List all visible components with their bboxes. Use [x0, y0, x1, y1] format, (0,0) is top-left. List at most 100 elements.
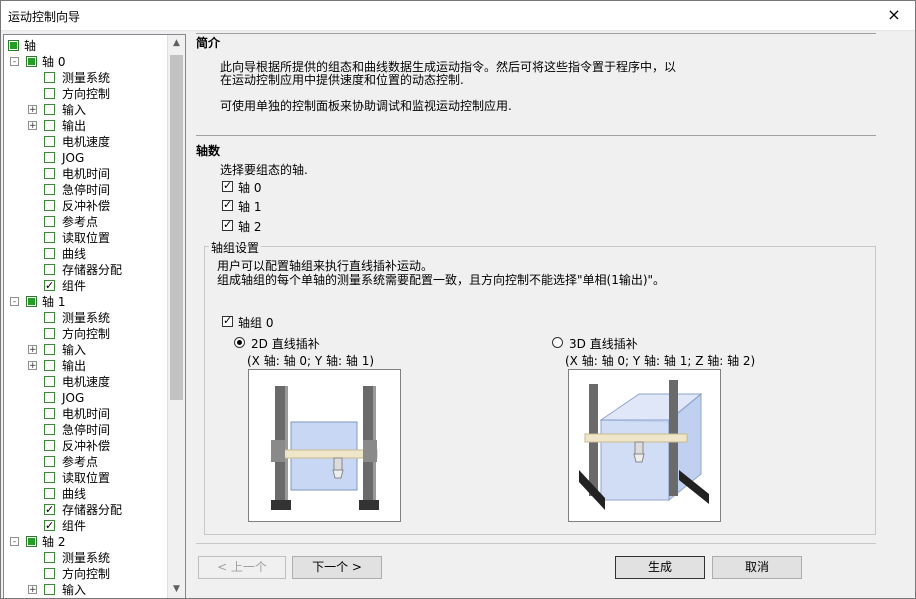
scrollbar-thumb[interactable]	[170, 55, 183, 400]
tree-item[interactable]: + 输入	[4, 582, 167, 598]
tree-checkbox[interactable]	[8, 40, 19, 51]
tree-item[interactable]: 参考点	[4, 214, 167, 230]
tree-item[interactable]: JOG	[4, 150, 167, 166]
tree-item[interactable]: 存储器分配	[4, 502, 167, 518]
tree-label: 测量系统	[62, 311, 111, 325]
tree-item[interactable]: 参考点	[4, 454, 167, 470]
tree-item[interactable]: 电机时间	[4, 166, 167, 182]
tree-item[interactable]: 急停时间	[4, 182, 167, 198]
tree-checkbox[interactable]	[44, 376, 55, 387]
tree-checkbox[interactable]	[44, 216, 55, 227]
tree-checkbox[interactable]	[44, 278, 55, 294]
label-2d-interpolation: 2D 直线插补	[251, 337, 320, 351]
tree-item[interactable]: 存储器分配	[4, 262, 167, 278]
tree-item[interactable]: 测量系统	[4, 550, 167, 566]
previous-button[interactable]: < 上一个	[198, 556, 286, 579]
tree-item[interactable]: 组件	[4, 518, 167, 534]
tree-checkbox[interactable]	[44, 88, 55, 99]
axis-1-checkbox[interactable]	[222, 198, 233, 211]
tree-axis-0[interactable]: - 轴 0	[4, 54, 167, 70]
tree-axis-2[interactable]: - 轴 2	[4, 534, 167, 550]
tree-root[interactable]: 轴	[4, 38, 167, 54]
radio-3d-interpolation[interactable]	[552, 337, 563, 348]
tree-checkbox[interactable]	[44, 312, 55, 323]
tree-item[interactable]: 读取位置	[4, 230, 167, 246]
tree-item[interactable]: 反冲补偿	[4, 438, 167, 454]
tree-checkbox[interactable]	[26, 296, 37, 307]
tree-checkbox[interactable]	[44, 248, 55, 259]
tree-checkbox[interactable]	[44, 104, 55, 115]
tree-axis-1[interactable]: - 轴 1	[4, 294, 167, 310]
tree-scrollbar[interactable]: ▲ ▼	[167, 35, 185, 598]
tree-checkbox[interactable]	[44, 488, 55, 499]
tree-checkbox[interactable]	[44, 168, 55, 179]
expand-icon[interactable]: +	[28, 105, 37, 115]
tree-checkbox[interactable]	[44, 120, 55, 131]
tree-checkbox[interactable]	[44, 568, 55, 579]
scroll-down-icon[interactable]: ▼	[168, 581, 185, 598]
expand-icon[interactable]: +	[28, 121, 37, 131]
tree-item[interactable]: 读取位置	[4, 470, 167, 486]
collapse-icon[interactable]: -	[10, 537, 19, 547]
tree-label: 存储器分配	[62, 503, 123, 517]
tree-checkbox[interactable]	[44, 440, 55, 451]
tree-item[interactable]: 曲线	[4, 246, 167, 262]
navigation-tree[interactable]: ▲ ▼ 轴-轴 0 测量系统 方向控制 + 输入 + 输出 电机速度 JOG 电机时间 急停时间 反冲…	[3, 34, 186, 599]
tree-item[interactable]: 方向控制	[4, 326, 167, 342]
tree-item[interactable]: + 输出	[4, 118, 167, 134]
tree-label: 输入	[62, 103, 87, 117]
tree-item[interactable]: + 输出	[4, 358, 167, 374]
tree-checkbox[interactable]	[44, 328, 55, 339]
tree-checkbox[interactable]	[44, 72, 55, 83]
tree-checkbox[interactable]	[44, 392, 55, 403]
tree-item[interactable]: 急停时间	[4, 422, 167, 438]
divider	[196, 33, 876, 34]
close-icon[interactable]: ×	[872, 0, 916, 30]
tree-checkbox[interactable]	[44, 360, 55, 371]
tree-checkbox[interactable]	[44, 136, 55, 147]
axis-group-0-checkbox[interactable]	[222, 314, 233, 327]
tree-checkbox[interactable]	[44, 152, 55, 163]
collapse-icon[interactable]: -	[10, 57, 19, 67]
tree-item[interactable]: 反冲补偿	[4, 198, 167, 214]
expand-icon[interactable]: +	[28, 345, 37, 355]
tree-item[interactable]: 电机速度	[4, 374, 167, 390]
axis-0-checkbox[interactable]	[222, 179, 233, 192]
tree-checkbox[interactable]	[44, 344, 55, 355]
tree-checkbox[interactable]	[44, 424, 55, 435]
tree-checkbox[interactable]	[44, 184, 55, 195]
tree-item[interactable]: 方向控制	[4, 566, 167, 582]
tree-checkbox[interactable]	[26, 536, 37, 547]
tree-item[interactable]: 方向控制	[4, 86, 167, 102]
tree-checkbox[interactable]	[44, 456, 55, 467]
generate-button[interactable]: 生成	[615, 556, 705, 579]
tree-item[interactable]: 测量系统	[4, 70, 167, 86]
axis-2-checkbox[interactable]	[222, 218, 233, 231]
scroll-up-icon[interactable]: ▲	[168, 35, 185, 52]
tree-item[interactable]: 组件	[4, 278, 167, 294]
tree-checkbox[interactable]	[44, 472, 55, 483]
expand-icon[interactable]: +	[28, 585, 37, 595]
tree-checkbox[interactable]	[44, 264, 55, 275]
tree-item[interactable]: 曲线	[4, 486, 167, 502]
tree-label: 急停时间	[62, 183, 111, 197]
tree-checkbox[interactable]	[44, 552, 55, 563]
tree-checkbox[interactable]	[44, 200, 55, 211]
tree-item[interactable]: + 输入	[4, 102, 167, 118]
tree-item[interactable]: + 输入	[4, 342, 167, 358]
tree-item[interactable]: 电机速度	[4, 134, 167, 150]
collapse-icon[interactable]: -	[10, 297, 19, 307]
tree-item[interactable]: 电机时间	[4, 406, 167, 422]
tree-checkbox[interactable]	[44, 408, 55, 419]
tree-checkbox[interactable]	[44, 518, 55, 534]
radio-2d-interpolation[interactable]	[234, 337, 245, 348]
tree-checkbox[interactable]	[44, 502, 55, 518]
cancel-button[interactable]: 取消	[712, 556, 802, 579]
tree-item[interactable]: JOG	[4, 390, 167, 406]
next-button[interactable]: 下一个 >	[292, 556, 382, 579]
expand-icon[interactable]: +	[28, 361, 37, 371]
tree-checkbox[interactable]	[44, 232, 55, 243]
tree-item[interactable]: 测量系统	[4, 310, 167, 326]
tree-checkbox[interactable]	[44, 584, 55, 595]
tree-checkbox[interactable]	[26, 56, 37, 67]
